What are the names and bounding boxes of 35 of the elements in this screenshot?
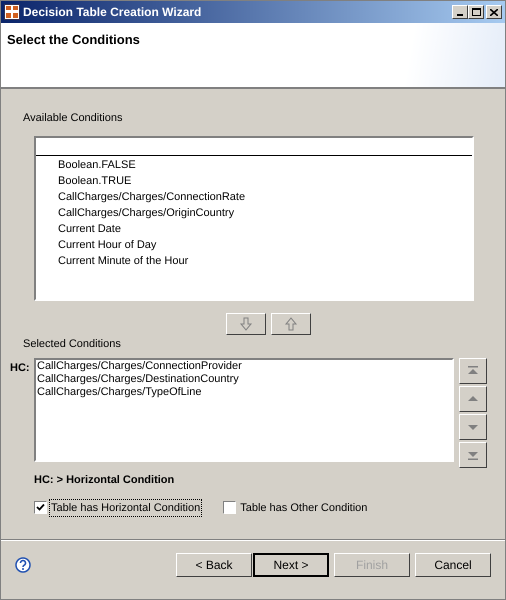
add-button[interactable] [226, 312, 266, 334]
list-item[interactable]: Current Minute of the Hour [36, 252, 472, 268]
list-item[interactable]: Boolean.FALSE [36, 156, 472, 172]
legend-text: HC: > Horizontal Condition [34, 473, 176, 488]
list-item[interactable]: Boolean.TRUE [36, 172, 472, 188]
dialog-button[interactable]: Cancel [415, 553, 491, 577]
list-item[interactable]: Current Date [36, 220, 472, 236]
minimize-button[interactable] [452, 5, 468, 19]
available-list[interactable]: Boolean.FALSE Boolean.TRUE CallCharges/Charges/ConnectionRate CallCharges/Charges/OriginCountry Current Date Current Hour of Day Current Minute of the Hour [34, 136, 474, 300]
list-item[interactable]: CallCharges/Charges/TypeOfLine [37, 386, 451, 399]
help-icon[interactable] [15, 557, 31, 573]
checkbox-label[interactable]: Table has Horizontal Condition [50, 500, 202, 516]
close-button[interactable] [486, 5, 502, 19]
page-title: Select the Conditions [7, 31, 141, 49]
checkbox[interactable] [223, 501, 236, 514]
list-item[interactable]: CallCharges/Charges/ConnectionRate [36, 188, 472, 204]
arrow-down-icon [238, 316, 254, 332]
close-icon [490, 8, 498, 16]
list-prefix: HC: [10, 361, 31, 376]
section-label: Selected Conditions [23, 336, 122, 352]
list-item[interactable]: CallCharges/Charges/OriginCountry [36, 204, 472, 220]
list-item[interactable]: CallCharges/Charges/ConnectionProvider [37, 360, 451, 373]
arrow-up-icon [282, 316, 298, 332]
maximize-button[interactable] [468, 5, 484, 19]
list-item[interactable]: CallCharges/Charges/DestinationCountry [37, 373, 451, 386]
app-icon [4, 4, 20, 20]
dialog-button[interactable]: < Back [176, 553, 252, 577]
list-item[interactable]: Current Hour of Day [36, 236, 472, 252]
window-title: Decision Table Creation Wizard [23, 4, 202, 21]
remove-button[interactable] [270, 312, 310, 334]
selected-list[interactable]: CallCharges/Charges/ConnectionProvider CallCharges/Charges/DestinationCountry CallCharges/Charges/TypeOfLine [34, 358, 454, 462]
checkbox[interactable] [34, 501, 47, 514]
section-label: Available Conditions [23, 111, 124, 126]
dialog-button[interactable]: Next > [253, 553, 329, 577]
checkbox-label[interactable]: Table has Other Condition [239, 500, 368, 516]
